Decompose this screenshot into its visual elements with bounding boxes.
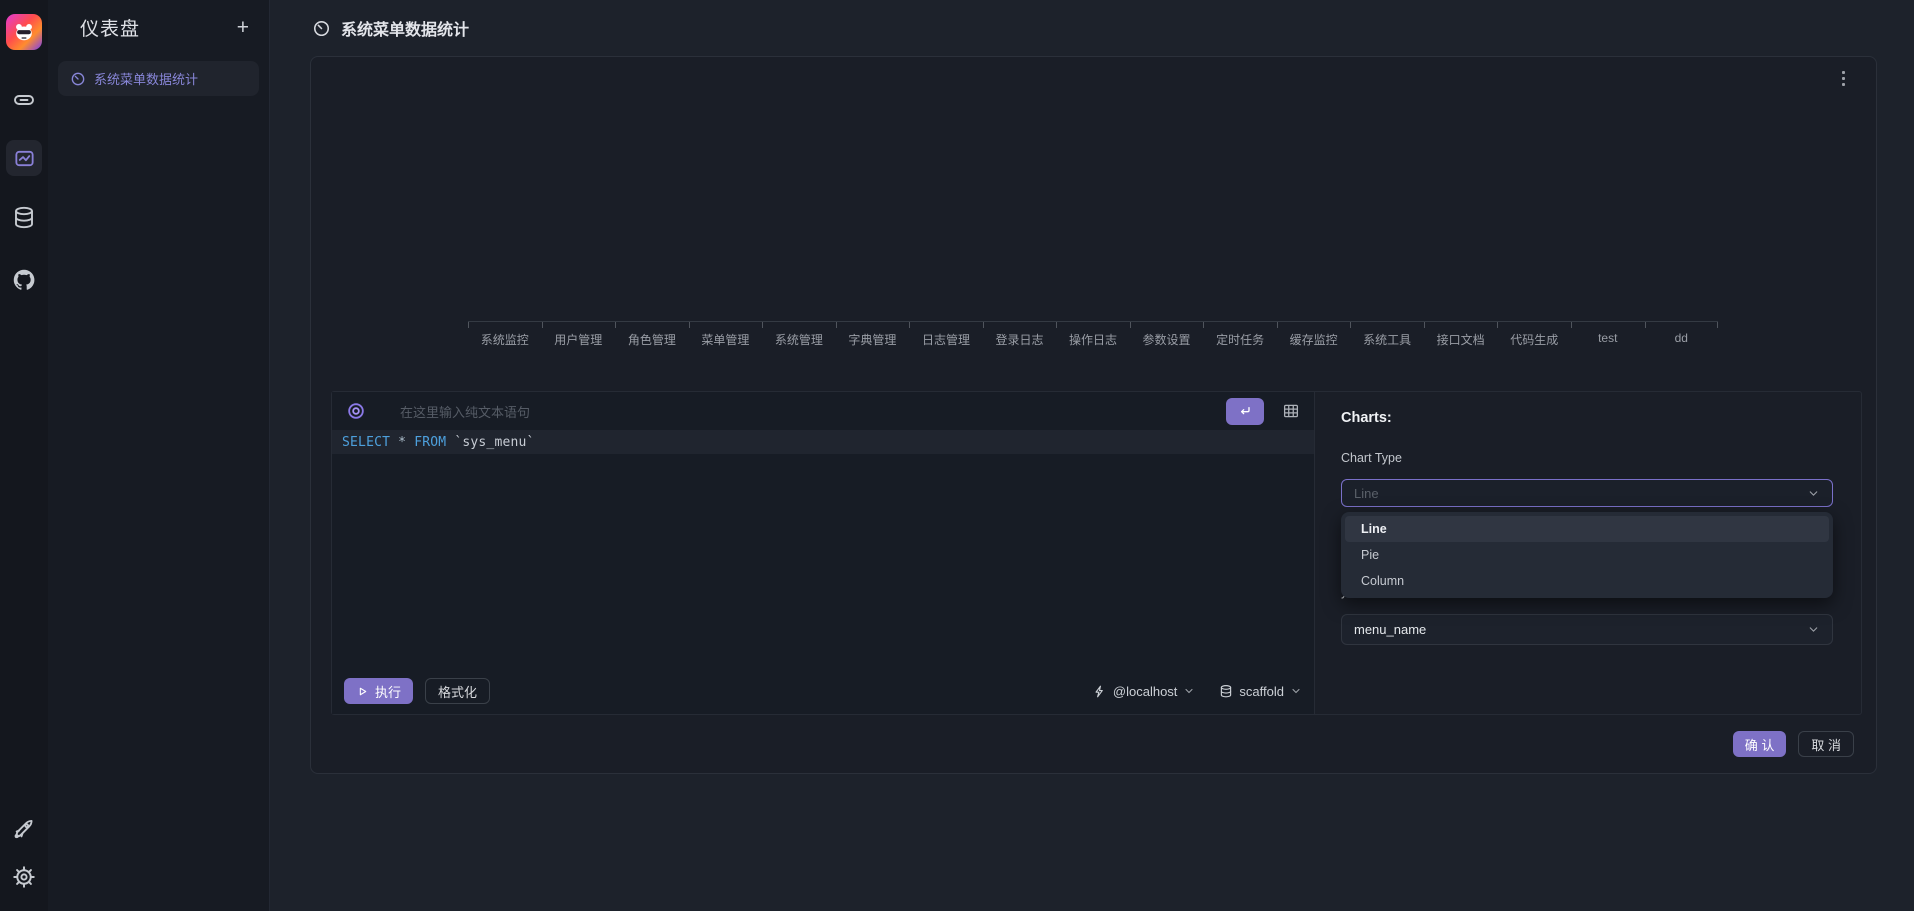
sidebar-item-connections[interactable]	[6, 82, 42, 118]
query-config-panel: 在这里输入纯文本语句 SELECT *	[331, 391, 1862, 715]
app-logo[interactable]	[6, 14, 42, 50]
axis-tick-label: 系统管理	[762, 322, 836, 348]
chevron-down-icon	[1290, 685, 1302, 697]
sidebar-item-github[interactable]	[6, 262, 42, 298]
axis-tick-label: 定时任务	[1203, 322, 1277, 348]
charts-panel-title: Charts:	[1341, 410, 1833, 426]
sql-keyword: SELECT	[342, 435, 390, 450]
dashboard-sidebar: 仪表盘 + 系统菜单数据统计	[48, 0, 270, 911]
axis-tick-label: 系统监控	[468, 322, 542, 348]
axis-labels: 系统监控 用户管理 角色管理 菜单管理 系统管理 字典管理 日志管理 登录日志 …	[468, 322, 1718, 348]
chevron-down-icon	[1183, 685, 1195, 697]
nl-query-toolbar: 在这里输入纯文本语句	[332, 392, 1314, 430]
sidebar-title: 仪表盘	[80, 14, 140, 41]
axis-tick-label: 缓存监控	[1277, 322, 1351, 348]
axis-tick-label: 菜单管理	[689, 322, 763, 348]
editor-bottom-bar: 执行 格式化 @localhost	[344, 678, 1302, 704]
axis-tick-label: 代码生成	[1497, 322, 1571, 348]
widget-menu-button[interactable]	[1834, 71, 1852, 91]
sidebar-item-database[interactable]	[6, 200, 42, 236]
link-icon	[12, 88, 36, 112]
settings-button[interactable]	[6, 859, 42, 895]
axis-tick-label: 日志管理	[909, 322, 983, 348]
axis-tick-label: 操作日志	[1056, 322, 1130, 348]
chart-x-axis: 系统监控 用户管理 角色管理 菜单管理 系统管理 字典管理 日志管理 登录日志 …	[468, 321, 1718, 348]
confirm-button[interactable]: 确 认	[1733, 731, 1787, 757]
yaxis-value: menu_name	[1354, 622, 1426, 637]
chart-config-column: Charts: Chart Type Line yAxis menu_name	[1315, 392, 1861, 714]
enter-icon	[1237, 403, 1253, 419]
icon-rail	[0, 0, 48, 911]
gauge-icon	[70, 71, 86, 87]
database-select[interactable]: scaffold	[1219, 684, 1302, 699]
gear-icon	[11, 864, 37, 890]
axis-tick-label: 用户管理	[542, 322, 616, 348]
run-sql-button[interactable]: 执行	[344, 678, 413, 704]
yaxis-select[interactable]: menu_name	[1341, 614, 1833, 645]
cancel-button[interactable]: 取 消	[1798, 731, 1854, 757]
chart-type-dropdown: Line Pie Column	[1341, 512, 1833, 598]
chart-type-value: Line	[1354, 486, 1379, 501]
axis-tick-label: 角色管理	[615, 322, 689, 348]
widget-footer: 确 认 取 消	[1733, 731, 1854, 757]
result-table-button[interactable]	[1282, 402, 1300, 420]
panda-logo-icon	[13, 21, 35, 43]
connection-selectors: @localhost scaffold	[1092, 684, 1302, 699]
axis-tick-label: 接口文档	[1424, 322, 1498, 348]
dropdown-option[interactable]: Column	[1345, 568, 1829, 594]
chevron-down-icon	[1807, 623, 1820, 636]
add-dashboard-button[interactable]: +	[235, 17, 251, 38]
database-icon	[12, 205, 36, 231]
chevron-down-icon	[1807, 487, 1820, 500]
connection-icon	[1092, 684, 1107, 699]
axis-tick-label: 登录日志	[983, 322, 1057, 348]
main-area: 系统菜单数据统计 系统监控 用户管理 角色管理 菜单管理 系统管理 字典管理	[270, 0, 1914, 911]
table-icon	[1282, 402, 1300, 420]
rocket-icon	[11, 816, 37, 842]
upgrade-button[interactable]	[6, 811, 42, 847]
axis-tick-label: 参数设置	[1130, 322, 1204, 348]
sql-star: *	[398, 435, 406, 450]
dashboard-chart-icon	[13, 147, 36, 170]
chart-type-select[interactable]: Line	[1341, 479, 1833, 507]
dropdown-option[interactable]: Pie	[1345, 542, 1829, 568]
axis-tick-label: test	[1571, 322, 1645, 348]
dashboard-widget-card: 系统监控 用户管理 角色管理 菜单管理 系统管理 字典管理 日志管理 登录日志 …	[310, 56, 1877, 774]
nl-query-input[interactable]: 在这里输入纯文本语句	[378, 402, 1214, 421]
page-title: 系统菜单数据统计	[341, 16, 469, 40]
github-icon	[11, 267, 37, 293]
sql-editor[interactable]: SELECT * FROM `sys_menu`	[332, 430, 1314, 454]
axis-tick-label: 字典管理	[836, 322, 910, 348]
database-icon	[1219, 684, 1233, 699]
gauge-icon	[312, 19, 331, 38]
dashboard-item-label: 系统菜单数据统计	[94, 69, 198, 88]
axis-tick-label: 系统工具	[1350, 322, 1424, 348]
dashboard-list-item[interactable]: 系统菜单数据统计	[58, 61, 259, 96]
axis-tick-label: dd	[1645, 322, 1719, 348]
sql-editor-column: 在这里输入纯文本语句 SELECT *	[332, 392, 1315, 714]
play-icon	[356, 685, 369, 698]
sql-keyword: FROM	[414, 435, 446, 450]
format-sql-button[interactable]: 格式化	[425, 678, 490, 704]
page-header: 系统菜单数据统计	[270, 0, 1914, 56]
connection-select[interactable]: @localhost	[1092, 684, 1196, 699]
dropdown-option[interactable]: Line	[1345, 516, 1829, 542]
sidebar-item-dashboard[interactable]	[6, 140, 42, 176]
nl-submit-button[interactable]	[1226, 398, 1264, 425]
sql-table-name: `sys_menu`	[454, 435, 534, 450]
ai-target-icon	[346, 401, 366, 421]
chart-type-label: Chart Type	[1341, 451, 1402, 465]
